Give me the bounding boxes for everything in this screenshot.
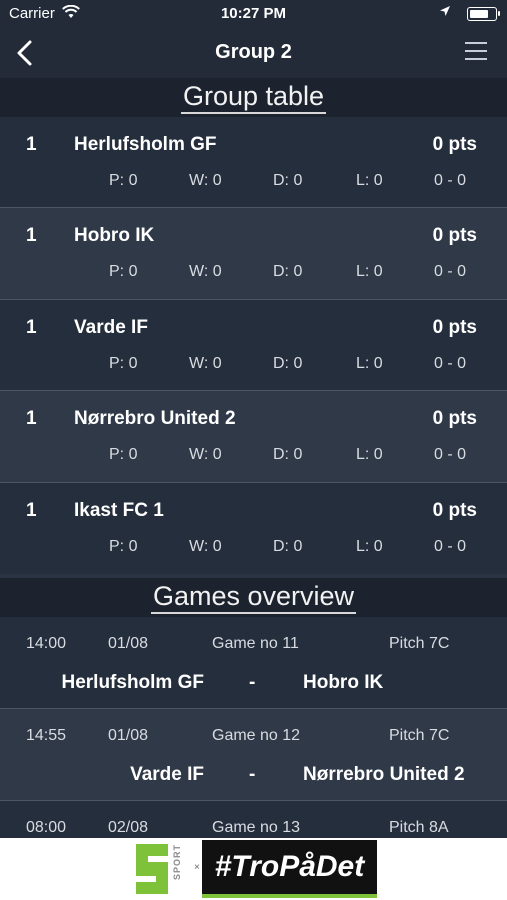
sport-logo-icon [136,844,168,894]
nav-bar: Group 2 [0,28,507,78]
game-date: 01/08 [108,635,149,652]
battery-icon [467,7,500,21]
menu-button[interactable] [465,42,487,62]
team-played: P: 0 [109,263,138,280]
status-bar: Carrier 10:27 PM [0,0,507,28]
team-draws: D: 0 [273,172,303,189]
game-pitch: Pitch 8A [389,819,449,836]
team-wins: W: 0 [189,172,222,189]
team-losses: L: 0 [356,446,383,463]
games-overview-header: Games overview [0,578,507,617]
game-time: 08:00 [26,819,67,836]
team-wins: W: 0 [189,263,222,280]
game-row[interactable]: 14:00 01/08 Game no 11 Pitch 7C Herlufsh… [0,617,507,708]
location-icon [439,5,451,20]
team-rank: 1 [26,225,37,246]
team-wins: W: 0 [189,446,222,463]
team-goals: 0 - 0 [434,446,467,463]
page-title: Group 2 [215,41,292,63]
team-goals: 0 - 0 [434,538,467,555]
team-row[interactable]: 1 Ikast FC 1 0 pts P: 0 W: 0 D: 0 L: 0 0… [0,483,507,574]
team-name: Nørrebro United 2 [74,408,236,429]
team-goals: 0 - 0 [434,172,467,189]
team-name: Hobro IK [74,225,155,246]
team-draws: D: 0 [273,355,303,372]
team-name: Herlufsholm GF [74,134,217,155]
game-number: Game no 11 [212,635,299,652]
team-played: P: 0 [109,446,138,463]
away-team: Hobro IK [303,672,384,693]
team-goals: 0 - 0 [434,263,467,280]
team-rank: 1 [26,500,37,521]
game-date: 02/08 [108,819,149,836]
team-losses: L: 0 [356,263,383,280]
team-draws: D: 0 [273,446,303,463]
vs-separator: - [249,672,256,693]
team-rank: 1 [26,408,37,429]
group-table-heading: Group table [180,80,327,114]
game-time: 14:00 [26,635,67,652]
team-points: 0 pts [432,408,477,429]
team-points: 0 pts [432,225,477,246]
team-draws: D: 0 [273,538,303,555]
game-pitch: Pitch 7C [389,635,450,652]
team-losses: L: 0 [356,538,383,555]
team-wins: W: 0 [189,538,222,555]
game-pitch: Pitch 7C [389,727,450,744]
game-number: Game no 13 [212,819,301,836]
team-row[interactable]: 1 Nørrebro United 2 0 pts P: 0 W: 0 D: 0… [0,391,507,482]
team-rank: 1 [26,317,37,338]
game-date: 01/08 [108,727,149,744]
team-played: P: 0 [109,355,138,372]
game-row[interactable]: 14:55 01/08 Game no 12 Pitch 7C Varde IF… [0,709,507,800]
game-time: 14:55 [26,727,67,744]
team-losses: L: 0 [356,355,383,372]
team-name: Varde IF [74,317,148,338]
team-losses: L: 0 [356,172,383,189]
team-points: 0 pts [432,134,477,155]
game-number: Game no 12 [212,727,301,744]
team-name: Ikast FC 1 [74,500,164,521]
ad-separator: × [194,862,200,873]
away-team: Nørrebro United 2 [303,764,465,785]
team-rank: 1 [26,134,37,155]
team-wins: W: 0 [189,355,222,372]
games-overview-heading: Games overview [150,580,357,614]
team-draws: D: 0 [273,263,303,280]
team-row[interactable]: 1 Hobro IK 0 pts P: 0 W: 0 D: 0 L: 0 0 -… [0,208,507,299]
vs-separator: - [249,764,256,785]
team-played: P: 0 [109,538,138,555]
group-table-header: Group table [0,78,507,117]
team-points: 0 pts [432,317,477,338]
team-goals: 0 - 0 [434,355,467,372]
team-points: 0 pts [432,500,477,521]
ad-hashtag: #TroPåDet [202,840,377,898]
home-team: Herlufsholm GF [61,672,204,693]
team-row[interactable]: 1 Herlufsholm GF 0 pts P: 0 W: 0 D: 0 L:… [0,117,507,208]
team-row[interactable]: 1 Varde IF 0 pts P: 0 W: 0 D: 0 L: 0 0 -… [0,300,507,391]
team-played: P: 0 [109,172,138,189]
ad-banner[interactable]: SPORT × #TroPåDet [0,838,507,900]
ad-side-text: SPORT [172,844,182,881]
home-team: Varde IF [130,764,204,785]
clock: 10:27 PM [220,5,287,22]
